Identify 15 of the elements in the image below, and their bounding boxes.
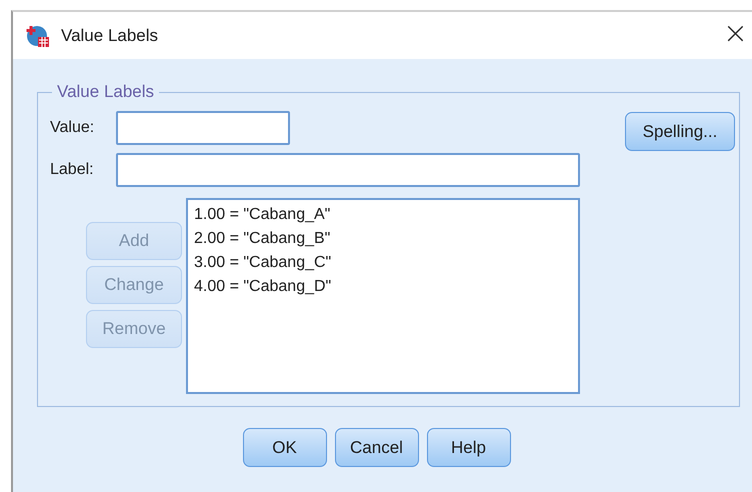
value-label: Value:	[50, 119, 96, 137]
list-item[interactable]: 2.00 = "Cabang_B"	[194, 230, 572, 248]
value-input[interactable]	[116, 111, 290, 145]
close-button[interactable]: ×	[718, 18, 752, 52]
group-legend: Value Labels	[52, 82, 160, 102]
ok-button[interactable]: OK	[242, 428, 326, 467]
list-item[interactable]: 3.00 = "Cabang_C"	[194, 254, 572, 272]
help-button[interactable]: Help	[426, 428, 510, 467]
spelling-button[interactable]: Spelling...	[625, 112, 735, 151]
list-item[interactable]: 4.00 = "Cabang_D"	[194, 278, 572, 296]
cancel-button[interactable]: Cancel	[334, 428, 418, 467]
list-item[interactable]: 1.00 = "Cabang_A"	[194, 206, 572, 224]
window-title: Value Labels	[61, 26, 160, 46]
label-label: Label:	[50, 161, 95, 179]
label-input[interactable]	[116, 153, 580, 187]
